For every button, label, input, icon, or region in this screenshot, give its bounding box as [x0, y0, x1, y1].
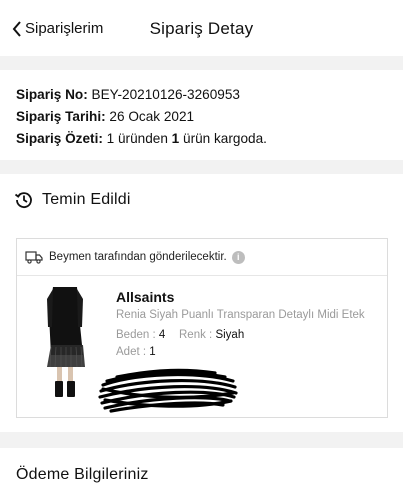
- page-title: Sipariş Detay: [149, 19, 254, 38]
- shipment-card-header: Beymen tarafından gönderilecektir. i: [17, 239, 387, 276]
- size-label: Beden :: [116, 329, 156, 341]
- quantity-label: Adet :: [116, 346, 147, 358]
- color-value: Siyah: [215, 329, 245, 341]
- product-color: Renk : Siyah: [179, 329, 244, 341]
- product-quantity: Adet : 1: [116, 346, 156, 358]
- history-icon: [14, 192, 32, 208]
- order-summary-label: Sipariş Özeti:: [16, 131, 103, 146]
- redaction-scribble: [98, 368, 238, 413]
- size-value: 4: [158, 329, 166, 341]
- product-brand[interactable]: Allsaints: [116, 289, 174, 305]
- quantity-value: 1: [149, 346, 156, 358]
- info-icon[interactable]: i: [231, 250, 245, 264]
- color-label: Renk :: [179, 329, 213, 341]
- order-number-label: Sipariş No:: [16, 87, 88, 102]
- order-date-value: 26 Ocak 2021: [109, 109, 195, 124]
- order-number-value: BEY-20210126-3260953: [91, 87, 240, 102]
- order-summary-end: ürün kargoda.: [183, 131, 267, 146]
- product-size: Beden : 4: [116, 329, 165, 341]
- payment-info-title[interactable]: Ödeme Bilgileriniz: [16, 466, 149, 484]
- order-date-row: Sipariş Tarihi: 26 Ocak 2021: [16, 106, 396, 128]
- status-label: Temin Edildi: [42, 191, 131, 208]
- product-image[interactable]: [43, 285, 87, 399]
- section-divider: [0, 432, 403, 448]
- order-date-label: Sipariş Tarihi:: [16, 109, 106, 124]
- order-summary-count-a: 1: [106, 131, 115, 146]
- truck-icon: [25, 251, 43, 264]
- order-summary-mid: üründen: [118, 131, 168, 146]
- order-number-row: Sipariş No: BEY-20210126-3260953: [16, 84, 396, 106]
- top-nav-bar: Siparişlerim Sipariş Detay: [0, 0, 403, 56]
- order-summary-count-b: 1: [171, 131, 180, 146]
- shipment-card: Beymen tarafından gönderilecektir. i All…: [16, 238, 388, 418]
- order-summary-row: Sipariş Özeti: 1 üründen 1 ürün kargoda.: [16, 128, 396, 150]
- section-divider: [0, 56, 403, 70]
- section-divider: [0, 160, 403, 174]
- shipper-note: Beymen tarafından gönderilecektir.: [49, 251, 227, 263]
- shipment-status: Temin Edildi: [14, 190, 131, 210]
- product-name[interactable]: Renia Siyah Puanlı Transparan Detaylı Mi…: [116, 309, 365, 321]
- order-info: Sipariş No: BEY-20210126-3260953 Sipariş…: [16, 84, 396, 150]
